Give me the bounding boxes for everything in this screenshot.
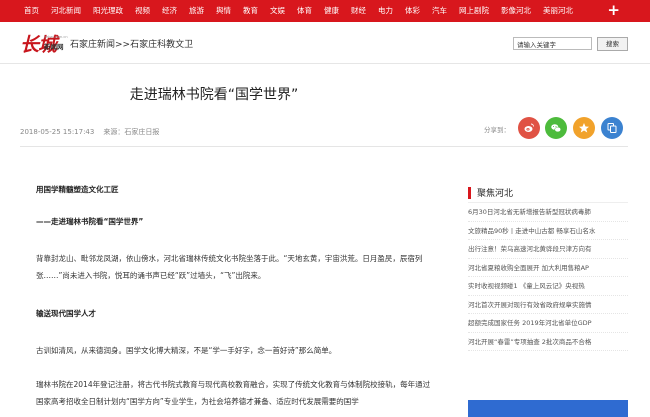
search-input[interactable] [513,37,592,50]
sidebar-news-item[interactable]: 河北首次开展对现行有效省政府规章实施情 [468,296,628,314]
meta-divider [20,146,628,147]
nav-item-lottery[interactable]: 体彩 [399,0,426,22]
copy-link-icon[interactable] [601,117,623,139]
weibo-icon[interactable] [518,117,540,139]
site-logo[interactable]: 长城 hebei.com.cn 新闻网 [20,32,68,56]
breadcrumb-link-shijiazhuang-news[interactable]: 石家庄新闻 [70,40,115,50]
article-datetime: 2018-05-25 15:17:43 [20,128,95,136]
top-nav-bar: 首页 河北新闻 阳光理政 视频 经济 旅游 舆情 教育 文娱 体育 健康 财经 … [0,0,650,22]
article-title: 走进瑞林书院看“国学世界” [0,84,650,104]
sidebar-news-item[interactable]: 出行注意！荣乌高速河北黄骅段只津方向有 [468,240,628,259]
article-paragraph-heading-1: 用国学精髓塑造文化工匠 [36,185,119,194]
breadcrumb: 石家庄新闻>>石家庄科教文卫 [70,37,193,50]
logo-domain: hebei.com.cn [44,35,68,39]
nav-item-image-hebei[interactable]: 影像河北 [495,0,537,22]
nav-item-finance[interactable]: 财经 [345,0,372,22]
nav-item-hebei-news[interactable]: 河北新闻 [45,0,87,22]
nav-item-auto[interactable]: 汽车 [426,0,453,22]
sidebar-news-item[interactable]: 河北开展“春雷”专项抽查 2批次商品不合格 [468,333,628,351]
breadcrumb-link-science-edu[interactable]: 石家庄科教文卫 [130,40,193,50]
article-paragraph-heading-2: 输送现代国学人才 [36,309,96,318]
sidebar-news-item[interactable]: 6月30日河北省无新增报告新型冠状病毒肺 [468,203,628,222]
site-header: 长城 hebei.com.cn 新闻网 石家庄新闻>>石家庄科教文卫 搜索 [0,22,650,64]
nav-item-sports[interactable]: 体育 [291,0,318,22]
sidebar-banner[interactable] [468,400,628,417]
sidebar-news-item[interactable]: 河北省夏粮收购全面展开 加大利用售粮AP [468,259,628,277]
nav-item-travel[interactable]: 旅游 [183,0,210,22]
nav-item-online-theater[interactable]: 网上剧院 [453,0,495,22]
article-paragraph: 古训如清风，从来德润身。国学文化博大精深，不是“学一手好字，念一首好诗”那么简单… [36,346,337,355]
nav-item-health[interactable]: 健康 [318,0,345,22]
nav-item-video[interactable]: 视频 [129,0,156,22]
article-title-text: 走进瑞林书院看“国学世界” [129,87,299,103]
nav-item-economy[interactable]: 经济 [156,0,183,22]
plus-icon[interactable]: + [607,2,620,19]
breadcrumb-separator: >> [115,40,131,50]
nav-item-power[interactable]: 电力 [372,0,399,22]
search-button[interactable]: 搜索 [597,37,628,51]
nav-item-education[interactable]: 教育 [237,0,264,22]
nav-item-sunshine-gov[interactable]: 阳光理政 [87,0,129,22]
qzone-icon[interactable] [573,117,595,139]
sidebar-title: 聚焦河北 [477,189,514,199]
nav-item-home[interactable]: 首页 [18,0,45,22]
sidebar-title-accent [468,187,471,199]
article-paragraph-subtitle: ——走进瑞林书院看“国学世界” [36,217,144,226]
nav-item-beautiful-hebei[interactable]: 美丽河北 [537,0,579,22]
sidebar-news-item[interactable]: 实时收视视频碰1 《童上风云记》央视热 [468,277,628,296]
top-nav-items: 首页 河北新闻 阳光理政 视频 经济 旅游 舆情 教育 文娱 体育 健康 财经 … [18,0,579,22]
nav-item-public-opinion[interactable]: 舆情 [210,0,237,22]
article-paragraph: 瑞林书院在2014年登记注册，将古代书院式教育与现代高校教育融合，实现了传统文化… [36,380,431,406]
sidebar-news-item[interactable]: 文旅精品90秒丨走进中山古都 畅享石山名水 [468,222,628,240]
article-meta: 2018-05-25 15:17:43 来源：石家庄日报 [20,127,159,137]
article-source: 来源：石家庄日报 [103,128,160,136]
nav-item-entertainment[interactable]: 文娱 [264,0,291,22]
sidebar-news-item[interactable]: 超额完成国家任务 2019年河北省单位GDP [468,314,628,333]
wechat-icon[interactable] [545,117,567,139]
share-label: 分享到： [484,126,510,134]
sidebar-news-list: 6月30日河北省无新增报告新型冠状病毒肺 文旅精品90秒丨走进中山古都 畅享石山… [468,203,628,351]
article-paragraph: 背靠封龙山、毗邻龙凤湖，依山傍水，河北省瑞林传统文化书院坐落于此。“天地玄黄，宇… [36,254,423,280]
logo-text: 新闻网 [44,43,64,51]
